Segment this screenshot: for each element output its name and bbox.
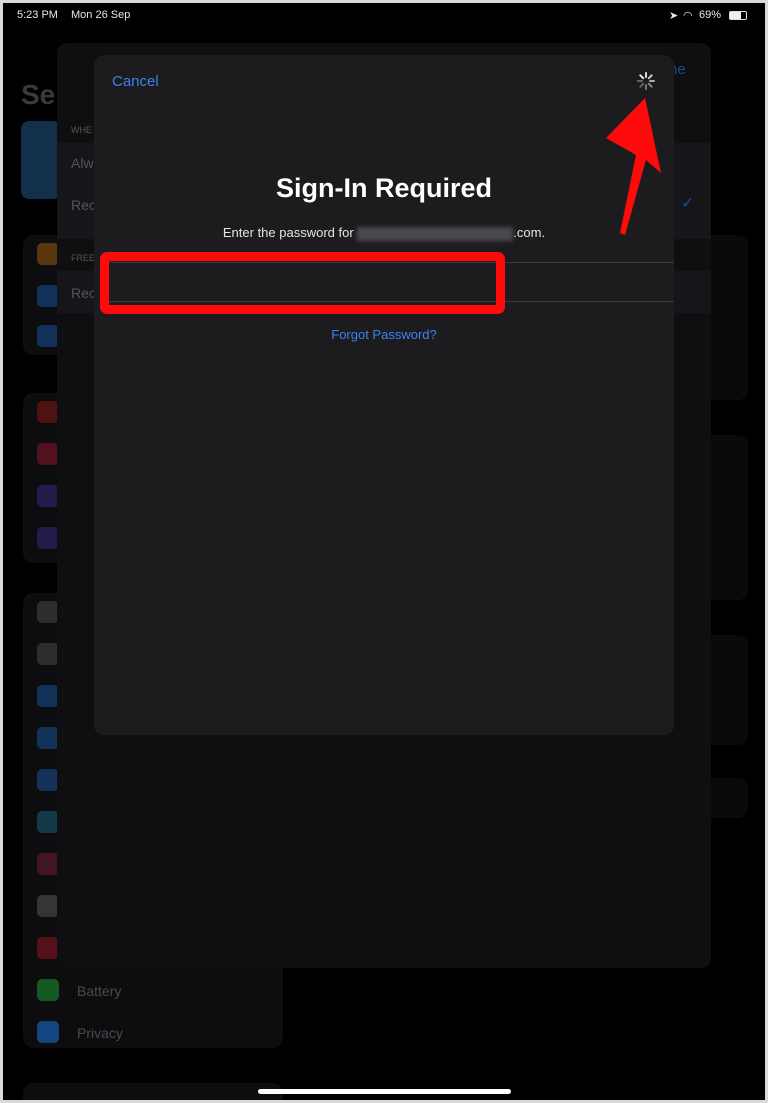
dialog-subtitle: Enter the password for .com. bbox=[94, 225, 674, 241]
status-time: 5:23 PM bbox=[17, 9, 58, 21]
settings-title: Se bbox=[21, 79, 56, 110]
sidebar-group bbox=[23, 1083, 283, 1100]
checkmark-icon: ✓ bbox=[681, 195, 695, 212]
wifi-icon: ◠ bbox=[683, 10, 693, 22]
section-header: FREE bbox=[71, 253, 96, 263]
location-icon: ➤ bbox=[669, 10, 679, 22]
siri-icon bbox=[37, 853, 59, 875]
section-header: WHE bbox=[71, 125, 92, 135]
profile-card bbox=[21, 121, 61, 199]
sign-in-dialog: Cancel Sign-In Required Enter the passwo… bbox=[94, 55, 674, 735]
battery-settings-icon bbox=[37, 979, 59, 1001]
subtitle-prefix: Enter the password for bbox=[222, 225, 358, 240]
subtitle-suffix: .com. bbox=[513, 225, 546, 240]
status-date: Mon 26 Sep bbox=[71, 9, 131, 21]
display-icon bbox=[37, 685, 59, 707]
sheet-row[interactable]: Rec bbox=[71, 285, 96, 301]
sidebar-item-privacy[interactable]: Privacy bbox=[77, 1025, 123, 1041]
privacy-hand-icon bbox=[37, 1021, 59, 1043]
home-indicator[interactable] bbox=[258, 1089, 511, 1094]
focus-icon bbox=[37, 485, 59, 507]
redacted-email bbox=[357, 226, 514, 241]
screen-time-icon bbox=[37, 527, 59, 549]
general-icon bbox=[37, 601, 59, 623]
notifications-icon bbox=[37, 401, 59, 423]
loading-spinner-icon bbox=[637, 72, 655, 90]
battery-percent: 69% bbox=[699, 9, 722, 21]
sheet-row[interactable]: Rec bbox=[71, 197, 96, 213]
airplane-icon bbox=[37, 243, 59, 265]
sidebar-item-battery[interactable]: Battery bbox=[77, 983, 121, 999]
touch-id-icon bbox=[37, 937, 59, 959]
cancel-button[interactable]: Cancel bbox=[112, 73, 159, 90]
bluetooth-icon bbox=[37, 325, 59, 347]
wallpaper-icon bbox=[37, 811, 59, 833]
accessibility-icon bbox=[37, 769, 59, 791]
highlight-box-annotation bbox=[100, 252, 505, 314]
forgot-password-link[interactable]: Forgot Password? bbox=[94, 327, 674, 342]
pencil-icon bbox=[37, 895, 59, 917]
sheet-row[interactable]: Alw bbox=[71, 155, 94, 171]
home-screen-icon bbox=[37, 727, 59, 749]
dialog-title: Sign-In Required bbox=[276, 173, 492, 203]
ipad-screen: 5:23 PM Mon 26 Sep ➤ ◠ 69% Se Battery Pr… bbox=[3, 3, 765, 1100]
battery-icon bbox=[729, 11, 747, 20]
sounds-icon bbox=[37, 443, 59, 465]
wifi-settings-icon bbox=[37, 285, 59, 307]
red-arrow-annotation bbox=[606, 98, 661, 235]
control-centre-icon bbox=[37, 643, 59, 665]
